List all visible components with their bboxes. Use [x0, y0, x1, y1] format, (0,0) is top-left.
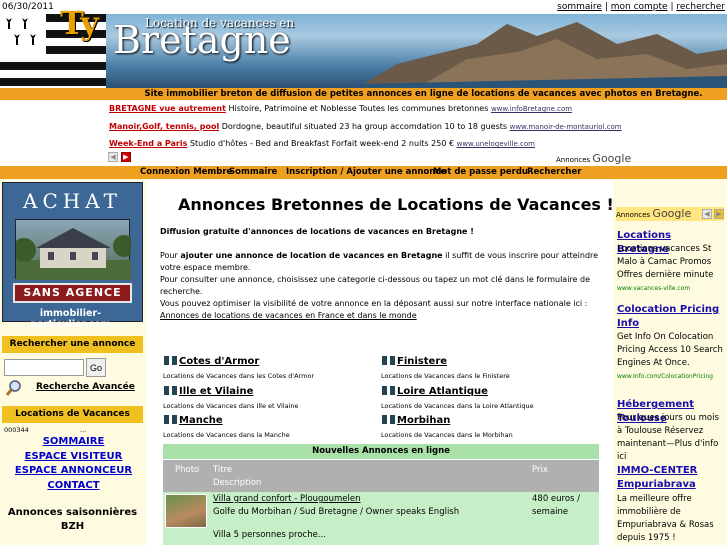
top-links: sommaire | mon compte | rechercher — [557, 2, 725, 12]
contact-link[interactable]: CONTACT — [0, 480, 147, 491]
listing-desc: Golfe du Morbihan / Sud Bretagne / Owner… — [213, 507, 460, 517]
next-arrow-icon[interactable]: ▶ — [714, 209, 724, 219]
mon-compte-link[interactable]: mon compte — [611, 2, 668, 12]
listing-price: 480 euros / — [532, 494, 581, 504]
achat-banner[interactable]: ACHAT SANS AGENCE — [2, 182, 143, 322]
sommaire-link[interactable]: sommaire — [557, 2, 602, 12]
slogan-bar: Site immobilier breton de diffusion de p… — [0, 88, 727, 100]
search-input[interactable] — [4, 359, 84, 376]
prev-arrow-icon[interactable]: ◀ — [108, 152, 118, 162]
region-sub: Locations de Vacances dans le Finistere — [381, 372, 510, 380]
espace-visiteur-link[interactable]: ESPACE VISITEUR — [0, 451, 147, 462]
region-manche[interactable]: Manche — [164, 415, 223, 426]
search-icon — [6, 380, 21, 396]
advanced-search-link[interactable]: Recherche Avancée — [36, 382, 135, 392]
top-bar: 06/30/2011 sommaire | mon compte | reche… — [0, 0, 727, 14]
col-prix: Prix — [532, 465, 548, 475]
region-sub: Locations de Vacances dans les Cotes d'A… — [163, 372, 315, 380]
col-photo: Photo — [175, 465, 200, 475]
france-annonces-link[interactable]: Annonces de locations de vacances en Fra… — [160, 310, 600, 322]
right-ad-4-title[interactable]: IMMO-CENTER Empuriabrava — [617, 464, 725, 492]
top-ad-2[interactable]: Manoir,Golf, tennis, pool Dordogne, beau… — [109, 122, 622, 131]
locations-title: Locations de Vacances — [2, 406, 143, 423]
page-title: Annonces Bretonnes de Locations de Vacan… — [178, 195, 614, 214]
table-header: Photo Titre Description Prix — [163, 460, 599, 492]
next-arrow-icon[interactable]: ▶ — [120, 152, 131, 162]
nav-inscription[interactable]: Inscription / Ajouter une annonce — [286, 166, 446, 179]
right-ad-1-text: Locations vacances St Malo à Camac Promo… — [617, 244, 714, 292]
right-ad-4-text: La meilleure offre immobilière de Empuri… — [617, 494, 714, 543]
go-button[interactable]: Go — [86, 358, 106, 377]
region-flag-icon — [164, 415, 177, 424]
logo-bretagne: Bretagne — [113, 18, 291, 62]
region-flag-icon — [164, 386, 177, 395]
nav-connexion[interactable]: Connexion Membre — [140, 166, 232, 179]
right-ad-3-text: Pour ques jours ou mois à Toulouse Réser… — [617, 413, 719, 462]
right-ad-2-text: Get Info On Colocation Pricing Access 10… — [617, 332, 723, 380]
date-label: 06/30/2011 — [2, 2, 54, 12]
counter-dots: ... — [80, 426, 87, 434]
listing-desc2: Villa 5 personnes proche... — [213, 530, 326, 540]
ad-nav: ◀ ▶ — [108, 152, 131, 162]
listing-title[interactable]: Villa grand confort - Plougoumelen — [213, 494, 361, 504]
nav-rechercher[interactable]: Rechercher — [527, 166, 581, 179]
region-sub: Locations de Vacances dans la Manche — [163, 431, 290, 439]
nav-sommaire[interactable]: Sommaire — [229, 166, 277, 179]
region-cotes-armor[interactable]: Cotes d'Armor — [164, 356, 259, 367]
region-flag-icon — [382, 415, 395, 424]
table-row[interactable]: Villa grand confort - Plougoumelen Golfe… — [163, 492, 599, 545]
region-morbihan[interactable]: Morbihan — [382, 415, 450, 426]
paragraph-2: Pour consulter une annonce, choisissez u… — [160, 275, 591, 296]
nav-mot-de-passe[interactable]: Mot de passe perdu — [433, 166, 528, 179]
right-ad-2-title[interactable]: Colocation Pricing Info — [617, 303, 725, 331]
immo-link[interactable]: immobilier-particulier.com — [2, 308, 139, 330]
prev-arrow-icon[interactable]: ◀ — [702, 209, 712, 219]
region-ille-vilaine[interactable]: Ille et Vilaine — [164, 386, 253, 397]
intro-text: Diffusion gratuite d'annonces de locatio… — [160, 227, 474, 236]
region-flag-icon — [382, 356, 395, 365]
region-sub: Locations de Vacances dans Ille et Vilai… — [163, 402, 299, 410]
google-ads-label[interactable]: Annonces Google — [556, 152, 631, 165]
annonces-saisonnieres: Annonces saisonnières BZH — [7, 507, 138, 532]
house-image — [12, 219, 135, 280]
col-titre: Titre — [213, 465, 233, 475]
region-finistere[interactable]: Finistere — [382, 356, 447, 367]
listing-photo[interactable] — [165, 494, 207, 528]
paragraph-3: Vous pouvez optimiser la visibilité de v… — [160, 299, 588, 308]
region-sub: Locations de Vacances dans le Morbihan — [381, 431, 513, 439]
region-sub: Locations de Vacances dans la Loire Atla… — [381, 402, 534, 410]
main-nav: Connexion Membre Sommaire Inscription / … — [0, 166, 727, 179]
region-loire-atlantique[interactable]: Loire Atlantique — [382, 386, 488, 397]
top-ad-1[interactable]: BRETAGNE vue autrement Histoire, Patrimo… — [109, 104, 572, 113]
espace-annonceur-link[interactable]: ESPACE ANNONCEUR — [0, 465, 147, 476]
region-flag-icon — [164, 356, 177, 365]
nouvelles-annonces-header: Nouvelles Annonces en ligne — [163, 444, 599, 459]
sommaire-link-left[interactable]: SOMMAIRE — [0, 436, 147, 447]
logo-ty: Ty — [60, 4, 99, 42]
listing-price-unit: semaine — [532, 507, 569, 517]
region-flag-icon — [382, 386, 395, 395]
search-title: Rechercher une annonce — [2, 336, 143, 353]
visit-counter: 000344 — [4, 426, 29, 434]
rechercher-link[interactable]: rechercher — [676, 2, 725, 12]
paragraph-1: Pour ajouter une annonce de location de … — [160, 251, 599, 272]
col-description: Description — [213, 478, 262, 488]
google-ads-label-right[interactable]: Annonces Google ◀ ▶ — [616, 207, 724, 221]
top-ad-3[interactable]: Week-End a Paris Studio d'hôtes - Bed an… — [109, 139, 535, 148]
